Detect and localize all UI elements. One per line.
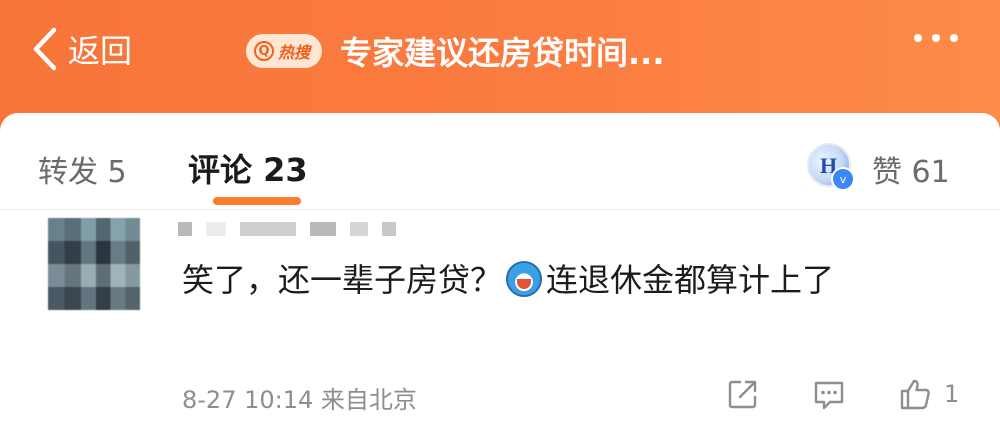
- reply-button[interactable]: [810, 375, 848, 413]
- hot-search-badge[interactable]: Q 热搜: [246, 34, 323, 68]
- like-button[interactable]: [896, 375, 934, 413]
- comment-icon: [814, 381, 844, 410]
- doraemon-emoji-icon: [506, 261, 543, 297]
- comment-text-part1: 笑了，还一辈子房贷？: [182, 261, 503, 299]
- chevron-left-icon: [33, 27, 57, 71]
- comment-source: 来自北京: [320, 386, 417, 414]
- tab-likes[interactable]: 赞 61: [872, 147, 950, 191]
- page-title: 专家建议还房贷时间...: [340, 34, 665, 72]
- blur-block: [350, 222, 368, 236]
- back-label: 返回: [68, 32, 133, 70]
- top-navigation-bar: 返回 Q 热搜 专家建议还房贷时间...: [0, 0, 1000, 112]
- tab-repost[interactable]: 转发 5: [38, 147, 127, 191]
- thumbs-up-icon: [900, 379, 930, 410]
- dot: [932, 34, 940, 42]
- verified-icon: v: [831, 167, 855, 191]
- comment-actions: 1: [724, 375, 959, 413]
- comment-item: 笑了，还一辈子房贷？ 连退休金都算计上了 8-27 10:14 来自北京 1: [0, 210, 1000, 435]
- search-icon: Q: [254, 41, 274, 61]
- comment-meta: 8-27 10:14 来自北京: [182, 380, 417, 415]
- active-tab-indicator: [213, 197, 301, 205]
- blur-block: [206, 222, 226, 236]
- blur-block: [178, 222, 192, 236]
- commenter-avatar-blurred[interactable]: [48, 218, 140, 310]
- tab-bar: 转发 5 评论 23 H v 赞 61: [0, 113, 1000, 210]
- comment-text: 笑了，还一辈子房贷？ 连退休金都算计上了: [182, 254, 962, 306]
- header-title-area: Q 热搜 专家建议还房贷时间...: [246, 28, 665, 74]
- hot-search-label: 热搜: [278, 43, 311, 62]
- like-count: 1: [944, 380, 960, 408]
- back-button[interactable]: 返回: [28, 24, 132, 74]
- blur-block: [310, 222, 336, 236]
- liker-avatar[interactable]: H v: [807, 143, 855, 191]
- dot: [914, 34, 922, 42]
- dot: [950, 34, 958, 42]
- comment-text-part2: 连退休金都算计上了: [546, 261, 835, 299]
- more-options-icon[interactable]: [914, 34, 958, 42]
- tab-comments[interactable]: 评论 23: [188, 145, 308, 191]
- commenter-name-blurred[interactable]: [178, 222, 396, 236]
- blur-block: [240, 222, 296, 236]
- comments-panel: 转发 5 评论 23 H v 赞 61 笑了，还一辈子房贷？ 连退休金都算计上了 …: [0, 113, 1000, 435]
- comment-time: 8-27 10:14: [182, 386, 314, 414]
- share-button[interactable]: [724, 375, 762, 413]
- share-icon: [728, 380, 757, 409]
- blur-block: [382, 222, 396, 236]
